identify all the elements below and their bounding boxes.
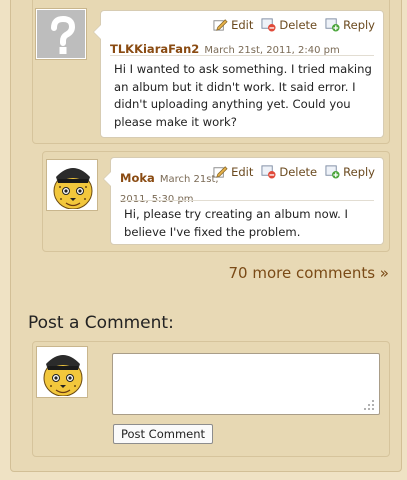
comment-actions: Edit Delete Reply <box>213 17 375 32</box>
divider <box>120 200 374 201</box>
question-mark-icon[interactable] <box>36 9 86 59</box>
comment-author[interactable]: TLKKiaraFan2 <box>110 42 199 56</box>
delete-icon <box>261 165 276 179</box>
post-comment-heading: Post a Comment: <box>28 313 174 333</box>
reply-button[interactable]: Reply <box>325 164 375 179</box>
comment-text: Hi I wanted to ask something. I tried ma… <box>114 62 372 129</box>
delete-button[interactable]: Delete <box>261 17 317 32</box>
more-comments-link[interactable]: 70 more comments » <box>228 264 389 282</box>
comment-date: March 21st, <box>159 174 219 185</box>
resize-grip-icon[interactable] <box>363 399 375 411</box>
divider <box>110 55 374 56</box>
post-comment-button[interactable]: Post Comment <box>113 424 213 444</box>
comment-actions: Edit Delete Reply <box>213 164 375 179</box>
comment-text: Hi, please try creating an album now. I … <box>124 207 348 239</box>
comment-meta: Moka March 21st, 2011, 5:30 pm <box>120 168 219 208</box>
reply-icon <box>325 18 340 32</box>
comment-textarea[interactable] <box>112 353 380 415</box>
delete-button[interactable]: Delete <box>261 164 317 179</box>
comment-author[interactable]: Moka <box>120 171 155 185</box>
reply-button[interactable]: Reply <box>325 17 375 32</box>
cheetah-avatar-icon[interactable] <box>47 160 97 210</box>
cheetah-avatar-icon <box>37 347 87 397</box>
comment-bubble: Edit Delete Reply TLKKiaraFan2 March 21s… <box>93 10 384 138</box>
comment-bubble: Edit Delete Reply Moka March 21st, 2011,… <box>103 157 384 245</box>
edit-icon <box>213 19 228 31</box>
edit-button[interactable]: Edit <box>213 164 253 179</box>
edit-button[interactable]: Edit <box>213 17 253 32</box>
reply-icon <box>325 165 340 179</box>
delete-icon <box>261 18 276 32</box>
